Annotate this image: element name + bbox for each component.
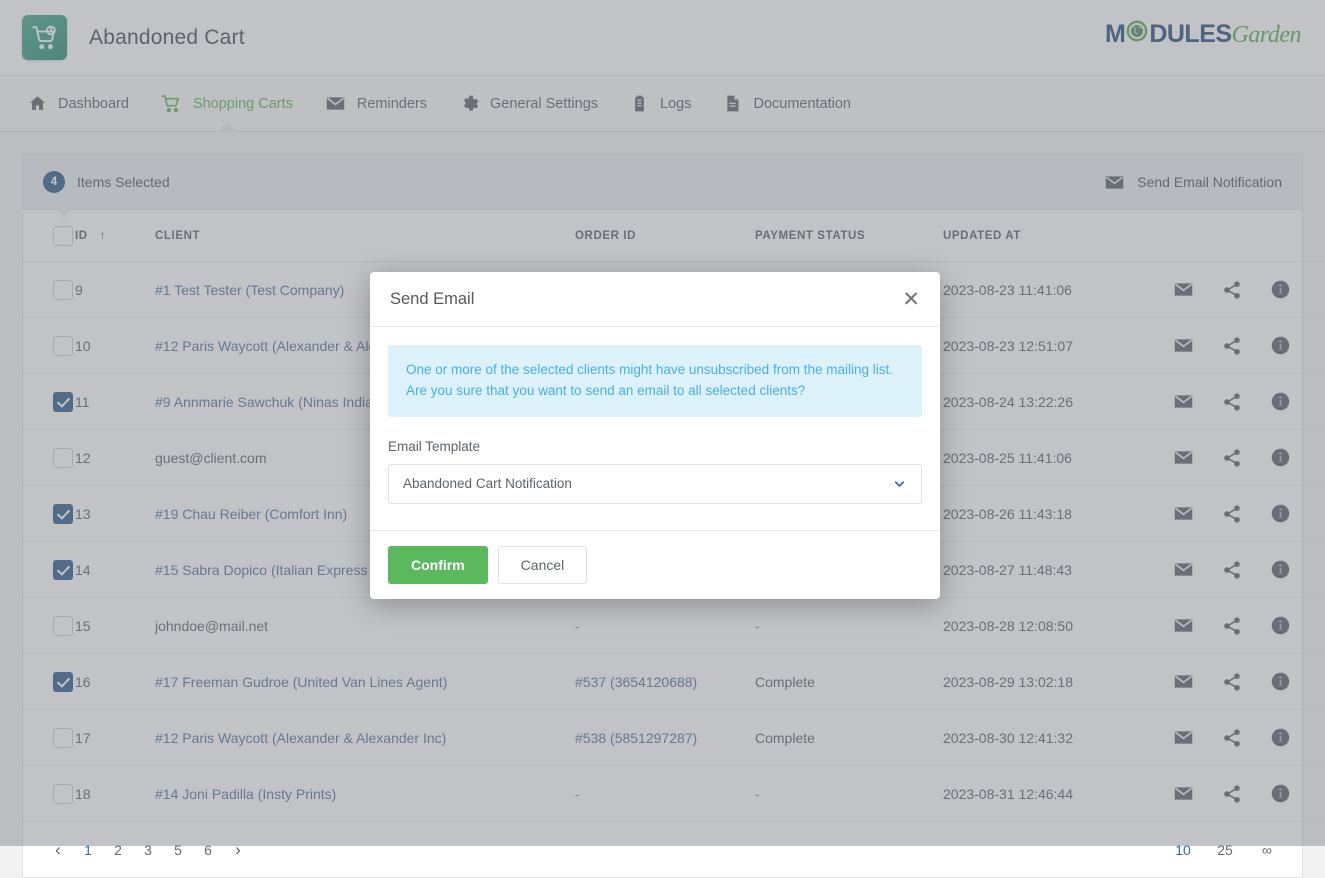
email-template-value: Abandoned Cart Notification xyxy=(403,476,572,491)
unsubscribe-warning-alert: One or more of the selected clients migh… xyxy=(388,345,922,417)
send-email-modal: Send Email ✕ One or more of the selected… xyxy=(370,272,940,599)
email-template-select[interactable]: Abandoned Cart Notification xyxy=(388,464,922,504)
confirm-button[interactable]: Confirm xyxy=(388,546,488,584)
modal-footer: Confirm Cancel xyxy=(370,530,940,599)
modal-title: Send Email xyxy=(390,290,474,309)
close-icon[interactable]: ✕ xyxy=(902,289,920,310)
modal-body: One or more of the selected clients migh… xyxy=(370,327,940,530)
chevron-down-icon xyxy=(892,476,907,491)
email-template-label: Email Template xyxy=(388,439,922,454)
cancel-button[interactable]: Cancel xyxy=(498,546,588,584)
modal-header: Send Email ✕ xyxy=(370,272,940,327)
